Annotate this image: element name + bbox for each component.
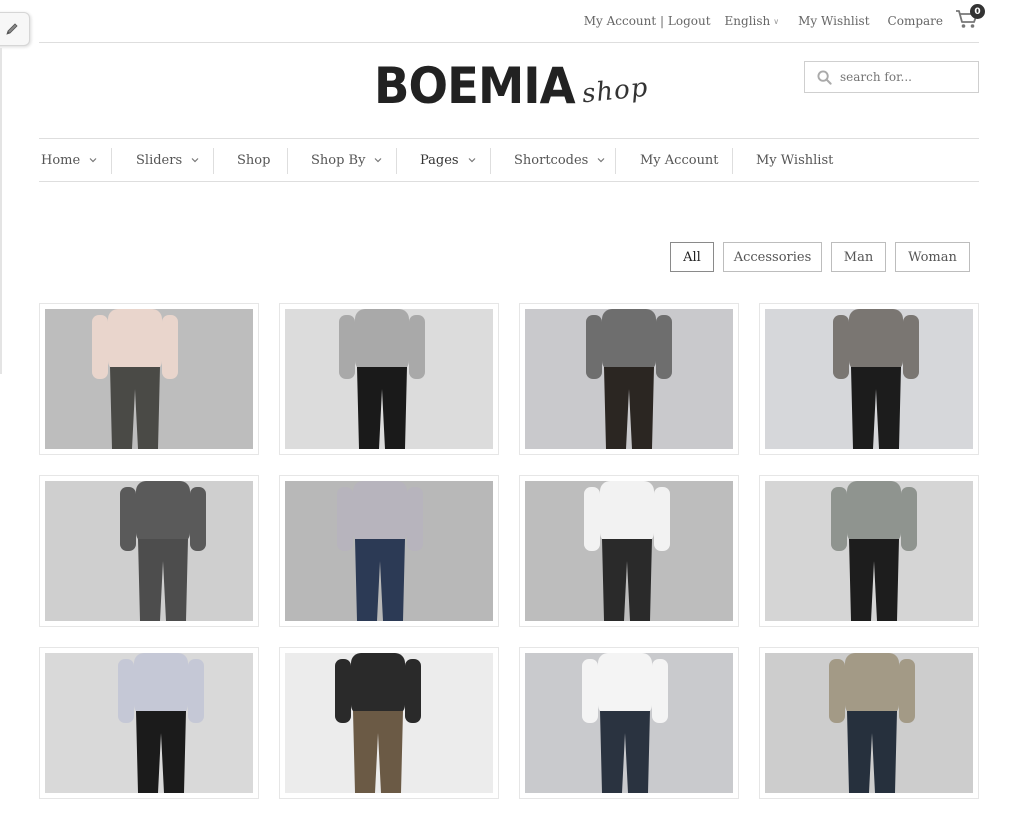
nav-item-label: Shop <box>237 152 271 168</box>
nav-item-my-wishlist[interactable]: My Wishlist <box>756 139 833 181</box>
nav-item-shop[interactable]: Shop <box>237 139 270 181</box>
nav-item-pages[interactable]: Pages <box>420 139 476 181</box>
nav-divider <box>396 148 397 174</box>
language-selector[interactable]: English ∨ <box>725 14 780 28</box>
filter-accessories-button[interactable]: Accessories <box>723 242 822 272</box>
product-image[interactable] <box>285 309 493 449</box>
product-image[interactable] <box>45 481 253 621</box>
search-box <box>804 61 979 93</box>
top-wishlist-link[interactable]: My Wishlist <box>798 14 869 28</box>
chevron-down-icon <box>191 158 199 163</box>
top-links: My Account | Logout English ∨ My Wishlis… <box>584 4 985 29</box>
nav-item-my-account[interactable]: My Account <box>640 139 719 181</box>
product-image[interactable] <box>525 309 733 449</box>
compare-link[interactable]: Compare <box>888 14 943 28</box>
nav-item-label: My Account <box>640 152 719 168</box>
product-card[interactable] <box>279 647 499 799</box>
top-bar: My Account | Logout English ∨ My Wishlis… <box>39 0 985 43</box>
nav-divider <box>287 148 288 174</box>
product-image[interactable] <box>45 309 253 449</box>
product-card[interactable] <box>39 475 259 627</box>
nav-divider <box>213 148 214 174</box>
product-card[interactable] <box>519 647 739 799</box>
nav-divider <box>111 148 112 174</box>
product-card[interactable] <box>759 647 979 799</box>
product-card[interactable] <box>39 303 259 455</box>
product-card[interactable] <box>519 303 739 455</box>
cart-button[interactable]: 0 <box>955 4 985 29</box>
chevron-down-icon <box>89 158 97 163</box>
nav-divider <box>615 148 616 174</box>
site-logo[interactable]: BOEMIA shop <box>374 58 654 124</box>
nav-item-shop-by[interactable]: Shop By <box>311 139 382 181</box>
product-image[interactable] <box>525 653 733 793</box>
nav-item-label: Sliders <box>136 152 183 168</box>
main-nav: Home Sliders Shop Shop By Pages Shortcod… <box>39 138 979 182</box>
nav-divider <box>490 148 491 174</box>
nav-item-label: Home <box>41 152 81 168</box>
cart-count-badge: 0 <box>970 4 985 19</box>
language-label: English <box>724 14 771 28</box>
nav-item-label: Shop By <box>311 152 366 168</box>
nav-item-sliders[interactable]: Sliders <box>136 139 199 181</box>
chevron-down-icon <box>597 158 605 163</box>
product-image[interactable] <box>765 309 973 449</box>
nav-item-label: Shortcodes <box>514 152 589 168</box>
product-image[interactable] <box>765 481 973 621</box>
side-panel-edge <box>0 48 2 374</box>
account-logout-link[interactable]: My Account | Logout <box>584 14 711 28</box>
logo-wordmark: BOEMIA <box>374 57 576 115</box>
product-card[interactable] <box>759 303 979 455</box>
nav-item-home[interactable]: Home <box>41 139 97 181</box>
filter-woman-button[interactable]: Woman <box>895 242 970 272</box>
product-card[interactable] <box>279 475 499 627</box>
filter-all-button[interactable]: All <box>670 242 714 272</box>
product-card[interactable] <box>519 475 739 627</box>
logo-subtitle: shop <box>580 72 650 110</box>
nav-item-label: Pages <box>420 152 459 168</box>
product-image[interactable] <box>525 481 733 621</box>
filter-man-button[interactable]: Man <box>831 242 886 272</box>
nav-item-shortcodes[interactable]: Shortcodes <box>514 139 605 181</box>
product-card[interactable] <box>759 475 979 627</box>
nav-item-label: My Wishlist <box>756 152 834 168</box>
chevron-down-icon <box>375 158 382 163</box>
product-image[interactable] <box>45 653 253 793</box>
edit-panel-toggle[interactable] <box>0 12 30 46</box>
chevron-down-icon: ∨ <box>773 16 780 26</box>
product-image[interactable] <box>285 481 493 621</box>
chevron-down-icon <box>468 158 476 163</box>
product-image[interactable] <box>765 653 973 793</box>
product-card[interactable] <box>279 303 499 455</box>
product-card[interactable] <box>39 647 259 799</box>
pencil-icon <box>6 23 18 35</box>
nav-divider <box>732 148 733 174</box>
product-image[interactable] <box>285 653 493 793</box>
search-input[interactable] <box>840 70 970 84</box>
search-icon[interactable] <box>817 69 832 85</box>
